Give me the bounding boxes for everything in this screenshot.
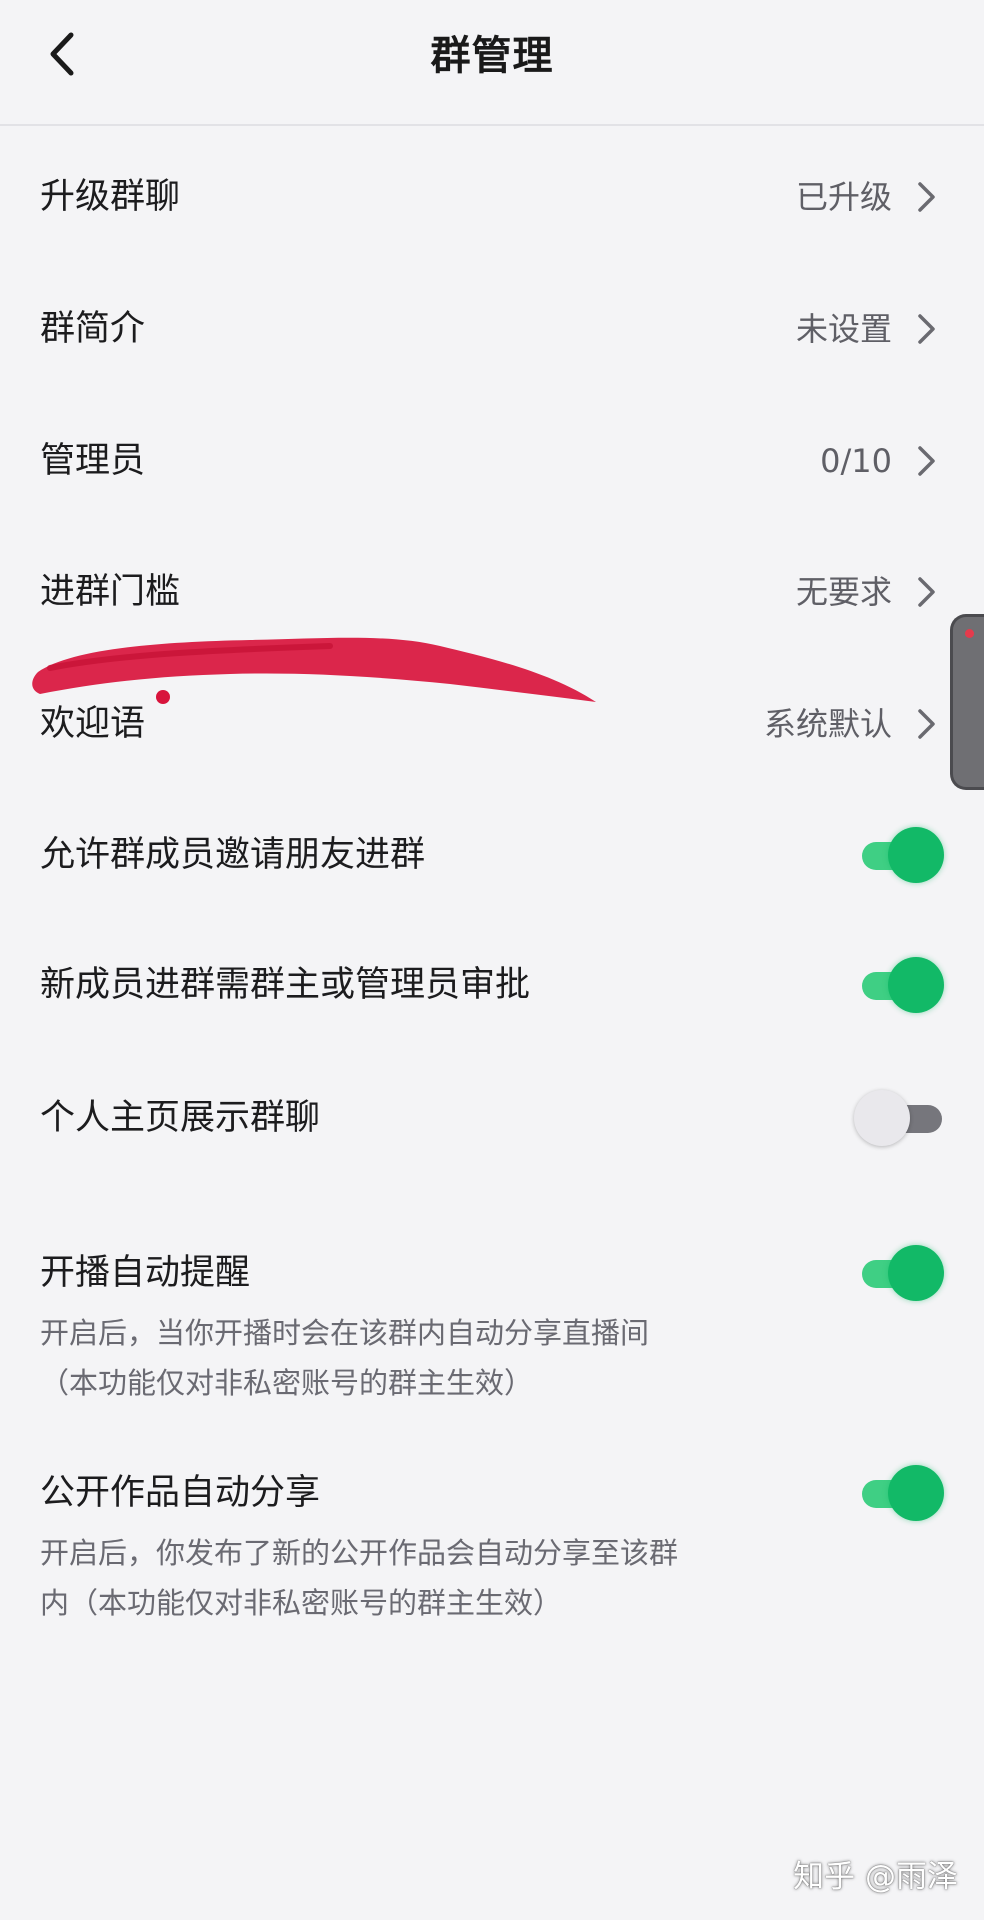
- row-label: 升级群聊: [40, 177, 181, 217]
- chevron-right-icon: [918, 314, 935, 344]
- row-admins[interactable]: 管理员 0/10: [0, 411, 984, 511]
- row-value: 已升级: [795, 178, 892, 216]
- row-upgrade-group[interactable]: 升级群聊 已升级: [0, 147, 984, 247]
- toggle-switch[interactable]: [860, 957, 944, 1015]
- description-line: 内（本功能仅对非私密账号的群主生效）: [40, 1586, 563, 1620]
- description-line: 开启后，当你开播时会在该群内自动分享直播间: [40, 1316, 650, 1350]
- header-bar: 群管理: [0, 0, 984, 126]
- toggle-switch[interactable]: [860, 1465, 944, 1523]
- row-label: 管理员: [40, 441, 146, 481]
- toggle-label: 允许群成员邀请朋友进群: [40, 835, 426, 875]
- switch-knob: [888, 1465, 944, 1521]
- toggle-label: 个人主页展示群聊: [40, 1098, 321, 1138]
- toggle-row-allow-invite: 允许群成员邀请朋友进群: [0, 827, 984, 883]
- toggle-label: 新成员进群需群主或管理员审批: [40, 965, 531, 1005]
- switch-knob: [888, 827, 944, 883]
- row-value: 无要求: [795, 573, 892, 611]
- chevron-right-icon: [918, 709, 935, 739]
- switch-knob: [888, 957, 944, 1013]
- toggle-label: 公开作品自动分享: [40, 1473, 321, 1513]
- notification-dot: [965, 629, 974, 638]
- switch-knob: [854, 1090, 910, 1146]
- switch-knob: [888, 1245, 944, 1301]
- description-line: （本功能仅对非私密账号的群主生效）: [40, 1366, 534, 1400]
- toggle-row-live-reminder: 开播自动提醒 开启后，当你开播时会在该群内自动分享直播间 （本功能仅对非私密账号…: [0, 1245, 984, 1408]
- toggle-row-auto-share-works: 公开作品自动分享 开启后，你发布了新的公开作品会自动分享至该群 内（本功能仅对非…: [0, 1465, 984, 1628]
- row-label: 群简介: [40, 309, 146, 349]
- toggle-row-show-on-profile: 个人主页展示群聊: [0, 1090, 984, 1146]
- row-group-intro[interactable]: 群简介 未设置: [0, 279, 984, 379]
- page-title: 群管理: [430, 33, 554, 79]
- toggle-row-require-approval: 新成员进群需群主或管理员审批: [0, 957, 984, 1013]
- row-value: 0/10: [820, 442, 892, 480]
- row-value: 未设置: [795, 310, 892, 348]
- watermark: 知乎 @雨泽: [793, 1859, 958, 1895]
- chevron-right-icon: [918, 182, 935, 212]
- toggle-switch[interactable]: [854, 1090, 944, 1148]
- floating-side-handle[interactable]: [950, 614, 984, 790]
- chevron-right-icon: [918, 446, 935, 476]
- toggle-label: 开播自动提醒: [40, 1253, 251, 1293]
- toggle-description: 开启后，你发布了新的公开作品会自动分享至该群 内（本功能仅对非私密账号的群主生效…: [40, 1528, 780, 1628]
- toggle-switch[interactable]: [860, 827, 944, 885]
- row-value: 系统默认: [763, 705, 892, 743]
- red-scribble-overlay: [32, 637, 596, 704]
- chevron-right-icon: [918, 577, 935, 607]
- toggle-description: 开启后，当你开播时会在该群内自动分享直播间 （本功能仅对非私密账号的群主生效）: [40, 1308, 780, 1408]
- toggle-switch[interactable]: [860, 1245, 944, 1303]
- description-line: 开启后，你发布了新的公开作品会自动分享至该群: [40, 1536, 679, 1570]
